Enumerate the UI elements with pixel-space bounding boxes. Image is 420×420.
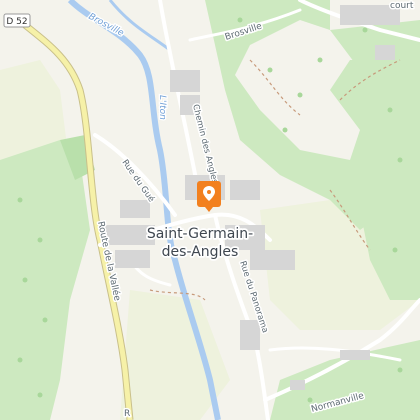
street-label-partial: R — [124, 409, 130, 419]
road-shield-d52: D 52 — [3, 13, 31, 28]
river-label-iton: L'Iton — [157, 95, 167, 120]
street-label-partial: court — [390, 1, 414, 11]
place-name-line1: Saint-Germain- — [147, 226, 253, 242]
svg-text:D 52: D 52 — [6, 17, 27, 27]
map-canvas[interactable]: L'Iton Brosville Brosville Chemin des An… — [0, 0, 420, 420]
place-name-line2: des-Angles — [162, 244, 239, 260]
